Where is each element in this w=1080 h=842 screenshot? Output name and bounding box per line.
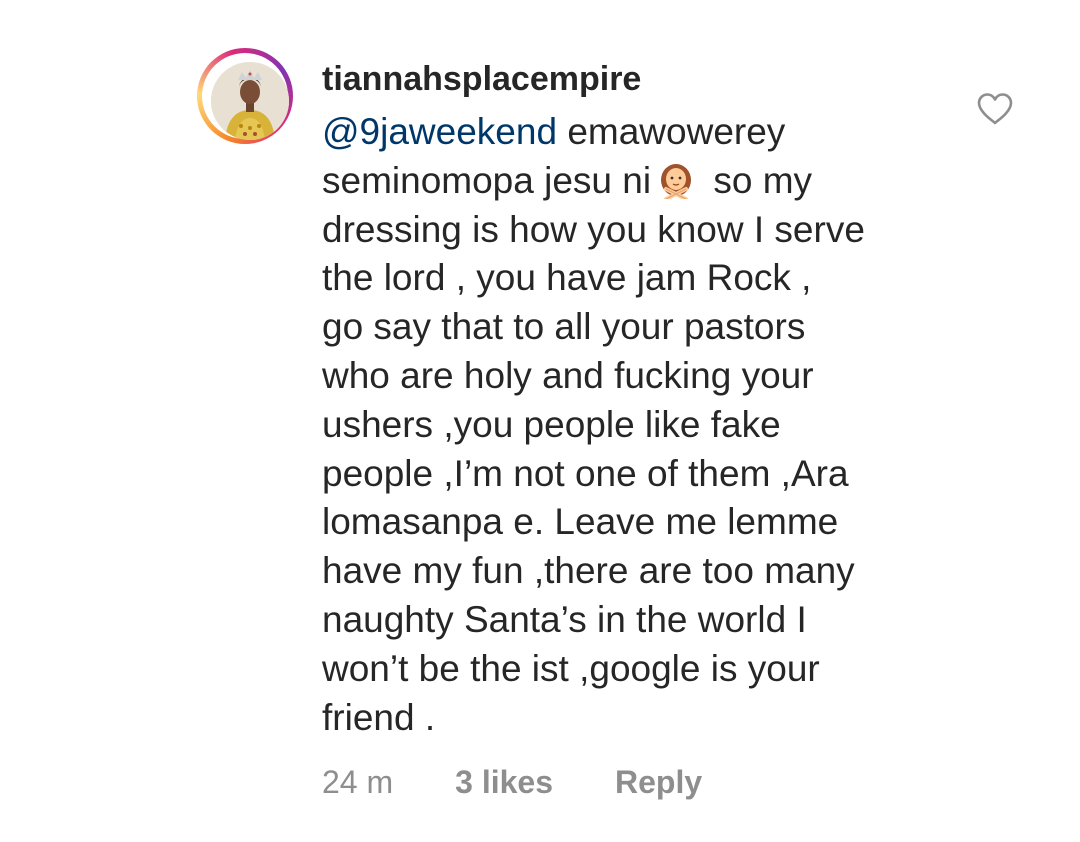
likes-count-button[interactable]: 3 likes <box>455 764 553 801</box>
comment-line-8: people ,I’m not one of them ,Ara <box>322 452 849 494</box>
comment-line-2: seminomopa jesu ni so my <box>322 157 962 206</box>
heart-outline-icon[interactable] <box>976 92 1014 126</box>
comment-line-5: go say that to all your pastors <box>322 306 806 348</box>
comment-line-12: won’t be the ist ,google is your <box>322 647 820 689</box>
comment-line-9: lomasanpa e. Leave me lemme <box>322 501 839 543</box>
person-gesturing-no-icon <box>661 163 692 199</box>
comment-line-4: the lord , you have jam Rock , <box>322 257 812 299</box>
comment-line-6: who are holy and fucking your <box>322 354 814 396</box>
comment-line-10: have my fun ,there are too many <box>322 550 855 592</box>
comment-text-segment: so my <box>703 159 813 201</box>
comment-line-7: ushers ,you people like fake <box>322 403 781 445</box>
comment-line-13: friend . <box>322 696 436 738</box>
avatar-photo <box>211 62 289 140</box>
comment-text-segment: seminomopa jesu ni <box>322 159 652 201</box>
comment-line-3: dressing is how you know I serve <box>322 208 865 250</box>
comment-line-11: naughty Santa’s in the world I <box>322 598 807 640</box>
comment-text: @9jaweekend emawowerey seminomopa jesu n… <box>322 108 962 742</box>
comment-meta: 24 m 3 likes Reply <box>322 764 702 801</box>
comment-text-segment: emawowerey <box>557 111 786 152</box>
mention-link[interactable]: @9jaweekend <box>322 111 557 152</box>
comment-line-1: @9jaweekend emawowerey <box>322 108 962 157</box>
avatar[interactable] <box>197 48 293 144</box>
comment-username[interactable]: tiannahsplacempire <box>322 60 641 99</box>
reply-button[interactable]: Reply <box>615 764 702 801</box>
comment: tiannahsplacempire @9jaweekend emawowere… <box>0 0 1080 842</box>
comment-timestamp: 24 m <box>322 764 394 800</box>
avatar-border <box>202 53 289 140</box>
